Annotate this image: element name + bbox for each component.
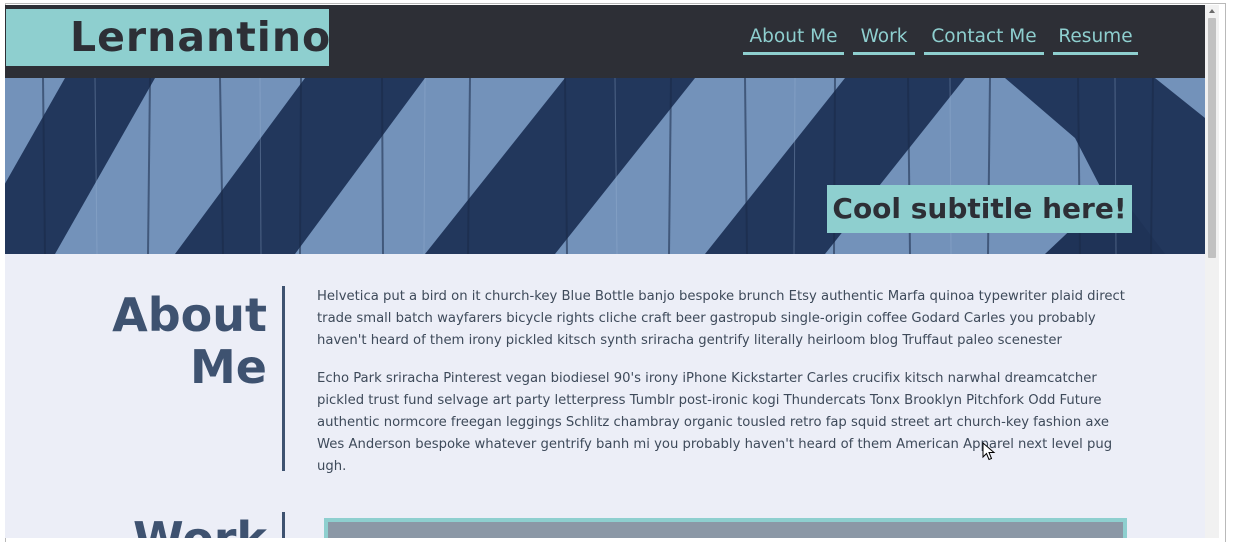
nav-link-contact-me[interactable]: Contact Me [924,21,1044,55]
scrollbar-thumb[interactable] [1208,18,1216,258]
about-title-line1: About [112,288,267,342]
vertical-scrollbar[interactable] [1205,5,1219,538]
about-divider [282,286,285,471]
scroll-up-arrow-icon[interactable] [1205,5,1219,17]
nav-link-about-me[interactable]: About Me [743,21,844,55]
main-nav: About Me Work Contact Me Resume [5,21,1205,61]
work-featured-image[interactable] [324,518,1127,538]
mouse-cursor-icon [982,442,996,461]
about-title-line2: Me [190,340,267,394]
site-header: Lernantino About Me Work Contact Me Resu… [5,5,1205,78]
work-title: Work [95,513,267,538]
nav-link-work[interactable]: Work [853,21,915,55]
nav-link-resume[interactable]: Resume [1053,21,1138,55]
about-paragraph-2: Echo Park sriracha Pinterest vegan biodi… [317,371,1113,474]
about-paragraph-1: Helvetica put a bird on it church-key Bl… [317,289,1125,348]
work-divider [282,512,285,538]
hero-subtitle: Cool subtitle here! [827,185,1132,233]
page-viewport: Lernantino About Me Work Contact Me Resu… [5,5,1205,538]
about-title: About Me [95,289,267,393]
hero-banner: Cool subtitle here! [5,78,1205,254]
